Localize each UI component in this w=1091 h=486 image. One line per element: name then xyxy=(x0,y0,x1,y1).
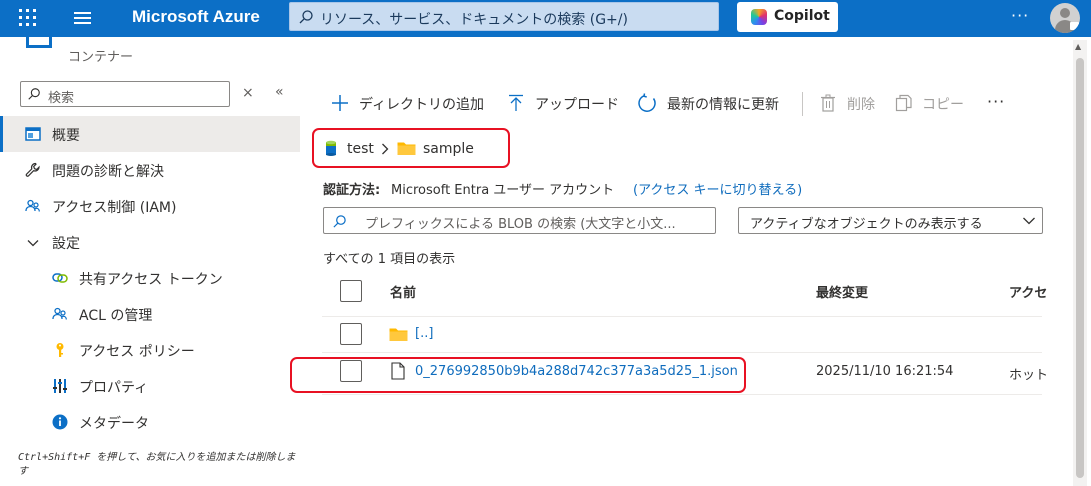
upload-button[interactable]: アップロード xyxy=(507,92,627,114)
plus-icon xyxy=(332,95,348,111)
file-link[interactable]: 0_276992850b9b4a288d742c377a3a5d25_1.jso… xyxy=(415,364,738,379)
row-divider xyxy=(322,394,1042,395)
row-checkbox-file[interactable] xyxy=(340,360,362,382)
close-icon[interactable]: × xyxy=(242,85,254,101)
file-access-tier: ホット xyxy=(1009,368,1049,383)
avatar-head xyxy=(1060,8,1070,18)
toolbar-divider xyxy=(802,92,803,116)
sidebar-search-placeholder: 検索 xyxy=(48,91,75,106)
blob-search-placeholder: プレフィックスによる BLOB の検索 (大文字と小文... xyxy=(365,217,676,232)
brand-title[interactable]: Microsoft Azure xyxy=(132,7,260,27)
sidebar-item-shared-access-tokens[interactable]: 共有アクセス トークン xyxy=(0,260,300,296)
item-count-text: すべての 1 項目の表示 xyxy=(323,252,456,267)
parent-folder-link[interactable]: [..] xyxy=(415,326,433,341)
delete-label: 削除 xyxy=(847,97,875,113)
sidebar-group-settings[interactable]: 設定 xyxy=(0,224,300,260)
more-icon: ··· xyxy=(987,92,1006,111)
avatar[interactable] xyxy=(1050,3,1080,33)
refresh-button[interactable]: 最新の情報に更新 xyxy=(638,92,790,114)
copilot-icon xyxy=(751,9,767,25)
column-header-access-tier[interactable]: アクセ xyxy=(1009,282,1047,301)
sidebar-item-label: ACL の管理 xyxy=(79,308,153,324)
chevron-right-icon xyxy=(382,143,389,155)
page-scrollbar-thumb[interactable] xyxy=(1076,58,1084,478)
copy-label: コピー xyxy=(922,97,964,113)
column-header-name[interactable]: 名前 xyxy=(390,282,416,301)
app-launcher-icon[interactable] xyxy=(18,8,38,28)
active-objects-filter-dropdown[interactable]: アクティブなオブジェクトのみ表示する xyxy=(738,207,1043,234)
breadcrumb-container[interactable]: test xyxy=(347,141,374,157)
lock-icon xyxy=(1070,22,1079,30)
properties-icon xyxy=(53,379,67,393)
sidebar-item-properties[interactable]: プロパティ xyxy=(0,368,300,404)
people-icon xyxy=(52,307,67,320)
sidebar-item-access-policy[interactable]: アクセス ポリシー xyxy=(0,332,300,368)
copilot-button[interactable]: Copilot xyxy=(737,2,838,32)
people-icon xyxy=(25,199,40,212)
search-icon xyxy=(299,10,313,24)
copy-button[interactable]: コピー xyxy=(895,92,970,114)
collapse-sidebar-icon[interactable]: « xyxy=(275,84,284,100)
sidebar-item-manage-acl[interactable]: ACL の管理 xyxy=(0,296,300,332)
add-directory-button[interactable]: ディレクトリの追加 xyxy=(331,92,493,114)
file-last-modified: 2025/11/10 16:21:54 xyxy=(816,364,954,379)
refresh-icon xyxy=(638,93,656,112)
sidebar-item-label: アクセス制御 (IAM) xyxy=(52,200,177,216)
chevron-down-icon xyxy=(1023,217,1035,225)
upload-label: アップロード xyxy=(535,97,619,113)
folder-icon xyxy=(397,142,416,155)
sidebar-item-metadata[interactable]: メタデータ xyxy=(0,404,300,440)
sidebar-item-diagnose[interactable]: 問題の診断と解決 xyxy=(0,152,300,188)
global-search-input[interactable]: リソース、サービス、ドキュメントの検索 (G+/) xyxy=(289,2,719,31)
search-icon xyxy=(333,215,346,228)
auth-method-value: Microsoft Entra ユーザー アカウント xyxy=(391,183,615,198)
column-header-last-modified[interactable]: 最終変更 xyxy=(816,282,868,301)
switch-to-access-key-link[interactable]: (アクセス キーに切り替える) xyxy=(633,179,802,198)
trash-icon xyxy=(821,94,835,112)
row-divider xyxy=(322,352,1042,353)
folder-icon xyxy=(389,328,408,341)
select-all-checkbox[interactable] xyxy=(340,280,362,302)
sidebar-item-label: メタデータ xyxy=(79,416,149,432)
delete-button[interactable]: 削除 xyxy=(820,92,882,114)
blob-search-input[interactable]: プレフィックスによる BLOB の検索 (大文字と小文... xyxy=(323,207,716,234)
filter-selected-value: アクティブなオブジェクトのみ表示する xyxy=(750,217,983,232)
info-icon xyxy=(52,414,68,430)
key-icon xyxy=(56,343,64,357)
refresh-label: 最新の情報に更新 xyxy=(667,97,779,113)
add-directory-label: ディレクトリの追加 xyxy=(359,97,485,113)
global-search-placeholder: リソース、サービス、ドキュメントの検索 (G+/) xyxy=(320,12,628,28)
more-options-icon[interactable]: ··· xyxy=(1011,6,1029,25)
sidebar-item-label: 概要 xyxy=(52,128,80,144)
portal-menu-icon[interactable] xyxy=(74,11,91,25)
sidebar-item-label: 設定 xyxy=(52,236,80,252)
row-checkbox-parent[interactable] xyxy=(340,323,362,345)
copy-icon xyxy=(895,94,912,112)
scroll-up-arrow-icon[interactable]: ▲ xyxy=(1075,42,1081,51)
container-resource-icon xyxy=(26,36,52,48)
link-icon xyxy=(52,273,68,283)
file-icon xyxy=(391,362,405,380)
sidebar-item-overview[interactable]: 概要 xyxy=(0,116,300,152)
sidebar-search-input[interactable]: 検索 xyxy=(20,81,230,107)
sidebar-item-label: アクセス ポリシー xyxy=(79,344,195,360)
container-icon xyxy=(326,140,336,156)
row-divider xyxy=(322,316,1042,317)
chevron-down-icon xyxy=(27,240,39,247)
toolbar-more-button[interactable]: ··· xyxy=(987,92,1013,114)
top-bar: Microsoft Azure リソース、サービス、ドキュメントの検索 (G+/… xyxy=(0,0,1091,37)
upload-icon xyxy=(509,94,523,111)
sidebar-item-label: プロパティ xyxy=(79,380,149,396)
sidebar-item-access-control[interactable]: アクセス制御 (IAM) xyxy=(0,188,300,224)
sidebar-item-label: 問題の診断と解決 xyxy=(52,164,164,180)
favorites-hint: Ctrl+Shift+F を押して、お気に入りを追加または削除します xyxy=(18,452,296,477)
auth-method-label: 認証方法: xyxy=(323,183,381,198)
wrench-icon xyxy=(25,162,40,177)
search-icon xyxy=(28,88,40,100)
overview-icon xyxy=(25,127,41,141)
breadcrumb-folder[interactable]: sample xyxy=(423,141,474,157)
resource-type-label: コンテナー xyxy=(68,50,134,65)
copilot-label: Copilot xyxy=(774,8,830,24)
sidebar-item-label: 共有アクセス トークン xyxy=(79,272,223,288)
